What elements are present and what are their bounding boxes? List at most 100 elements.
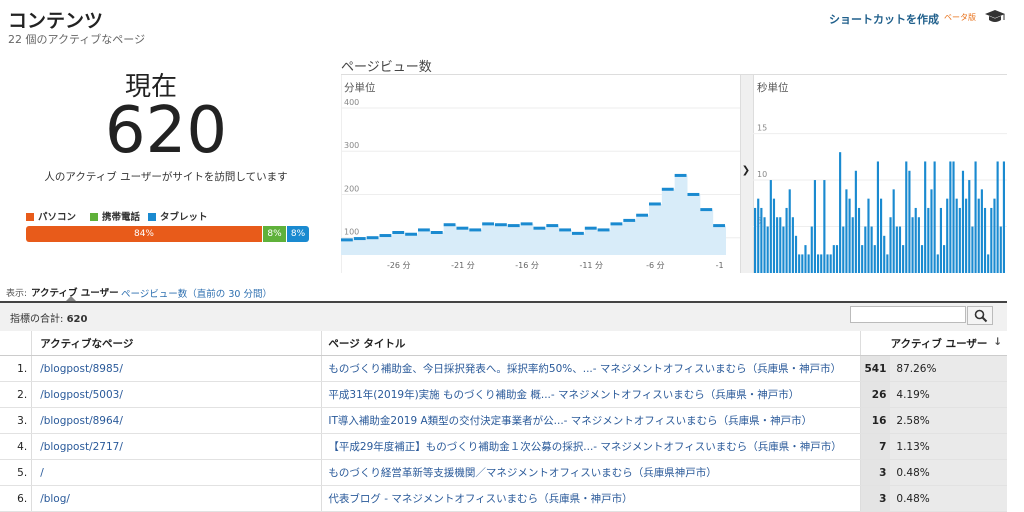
second-bar bbox=[854, 170, 857, 273]
second-bar bbox=[845, 189, 848, 273]
header-active-users[interactable]: アクティブ ユーザー ↓ bbox=[859, 331, 1007, 356]
row-title-link[interactable]: 平成31年(2019年)実施 ものづくり補助金 概...- マネジメントオフィス… bbox=[328, 389, 799, 401]
legend-mobile: 携帯電話 bbox=[90, 209, 140, 223]
second-bar bbox=[804, 245, 807, 273]
second-bar bbox=[952, 161, 955, 273]
legend-mobile-label: 携帯電話 bbox=[102, 212, 141, 223]
second-bar bbox=[763, 217, 766, 273]
row-title-cell: ものづくり経営革新等支援機関／マネジメントオフィスいまむら（兵庫県神戸市） bbox=[321, 459, 861, 486]
second-bar bbox=[930, 189, 933, 273]
row-page-link[interactable]: / bbox=[40, 467, 44, 479]
view-label: 表示: bbox=[6, 289, 28, 299]
y-tick-label: 400 bbox=[344, 98, 359, 107]
second-bar bbox=[939, 207, 942, 273]
active-user-description: 人のアクティブ ユーザーがサイトを訪問しています bbox=[44, 171, 288, 183]
second-bar bbox=[785, 207, 788, 273]
table-row: 3. /blogpost/8964/IT導入補助金2019 A類型の交付決定事業者… bbox=[0, 407, 1007, 434]
row-title-link[interactable]: ものづくり補助金、今日採択発表へ。採択率約50%、...- マネジメントオフィス… bbox=[328, 363, 841, 375]
row-page-link[interactable]: /blogpost/5003/ bbox=[40, 389, 123, 401]
row-users: 7 bbox=[859, 433, 891, 460]
desktop-segment: 84% bbox=[26, 226, 262, 242]
second-bar bbox=[823, 180, 826, 273]
second-bar bbox=[936, 254, 939, 273]
second-bar bbox=[867, 198, 870, 273]
second-bar bbox=[927, 207, 930, 273]
second-bar bbox=[983, 207, 987, 273]
row-page-link[interactable]: /blogpost/2717/ bbox=[40, 441, 123, 453]
second-bar bbox=[908, 170, 911, 273]
pageviews-area bbox=[341, 175, 726, 255]
chevron-right-icon[interactable]: ❯ bbox=[740, 165, 752, 176]
row-users-percent: 0.48% bbox=[890, 459, 1007, 486]
row-title-link[interactable]: IT導入補助金2019 A類型の交付決定事業者が公...- マネジメントオフィス… bbox=[328, 415, 812, 427]
second-bar bbox=[965, 198, 968, 273]
row-index: 2. bbox=[0, 381, 32, 408]
y-tick-label: 200 bbox=[344, 184, 359, 193]
row-index: 6. bbox=[0, 485, 32, 512]
second-bar bbox=[861, 245, 864, 273]
row-page-cell: /blogpost/8985/ bbox=[31, 355, 322, 382]
y-tick-label: 10 bbox=[757, 170, 767, 179]
second-bar bbox=[864, 226, 867, 273]
metric-total: 指標の合計: 620 bbox=[10, 310, 87, 325]
row-title-cell: 平成31年(2019年)実施 ものづくり補助金 概...- マネジメントオフィス… bbox=[321, 381, 861, 408]
second-bar bbox=[917, 217, 920, 273]
per-minute-chart: 100 200 300 400 -26 分 -21 分 -16 分 -11 分 -6 分 -1 bbox=[341, 98, 740, 270]
device-breakdown-bar: 84% 8% 8% bbox=[26, 226, 309, 242]
row-title-cell: 【平成29年度補正】ものづくり補助金１次公募の採択...- マネジメントオフィス… bbox=[321, 433, 861, 460]
y-tick-label: 15 bbox=[757, 124, 767, 133]
per-second-chart: 51015 bbox=[753, 124, 1007, 273]
graduation-cap-icon[interactable] bbox=[984, 9, 1006, 25]
second-bar bbox=[895, 226, 898, 273]
row-page-link[interactable]: /blogpost/8985/ bbox=[40, 363, 123, 375]
table-row: 4. /blogpost/2717/ 【平成29年度補正】ものづくり補助金１次公募の… bbox=[0, 433, 1007, 460]
beta-badge: ベータ版 bbox=[944, 13, 976, 22]
second-bar bbox=[987, 254, 990, 273]
second-bar bbox=[807, 254, 810, 273]
row-users-percent: 1.13% bbox=[890, 433, 1007, 460]
create-shortcut-link[interactable]: ショートカットを作成 bbox=[829, 11, 939, 27]
active-pages-count: 22 個のアクティブなページ bbox=[8, 33, 146, 46]
x-tick-label: -16 分 bbox=[515, 261, 539, 270]
second-bar bbox=[782, 226, 785, 273]
row-title-cell: IT導入補助金2019 A類型の交付決定事業者が公...- マネジメントオフィス… bbox=[321, 407, 861, 434]
sort-desc-icon[interactable]: ↓ bbox=[993, 336, 1006, 348]
row-title-link[interactable]: 代表ブログ - マネジメントオフィスいまむら（兵庫県・神戸市） bbox=[328, 493, 632, 505]
tab-pageviews[interactable]: ページビュー数（直前の 30 分間） bbox=[121, 286, 272, 300]
second-bar bbox=[829, 254, 832, 273]
search-input[interactable] bbox=[850, 306, 966, 323]
second-bar bbox=[996, 161, 999, 273]
second-bar bbox=[876, 161, 879, 273]
second-bar bbox=[817, 254, 820, 273]
row-title-link[interactable]: ものづくり経営革新等支援機関／マネジメントオフィスいまむら（兵庫県神戸市） bbox=[328, 467, 716, 479]
header-index bbox=[0, 331, 32, 356]
table-row: 5. / ものづくり経営革新等支援機関／マネジメントオフィスいまむら（兵庫県神戸市）… bbox=[0, 459, 1007, 486]
second-bar bbox=[943, 245, 946, 273]
row-index: 3. bbox=[0, 407, 32, 434]
header-active-page[interactable]: アクティブなページ bbox=[31, 331, 322, 356]
second-bar bbox=[949, 161, 952, 273]
second-bar bbox=[955, 198, 958, 273]
row-index: 1. bbox=[0, 355, 32, 382]
second-bar bbox=[933, 161, 936, 273]
active-user-count: 620 bbox=[104, 94, 228, 168]
y-tick-label: 300 bbox=[344, 141, 359, 150]
table-row: 6. /blog/代表ブログ - マネジメントオフィスいまむら（兵庫県・神戸市） 3… bbox=[0, 485, 1007, 512]
search-button[interactable] bbox=[967, 306, 993, 325]
row-page-cell: / bbox=[31, 459, 322, 486]
second-bar bbox=[1002, 161, 1005, 273]
second-bar bbox=[826, 254, 829, 273]
row-users-percent: 87.26% bbox=[890, 355, 1007, 382]
row-users: 3 bbox=[859, 485, 891, 512]
metric-total-label: 指標の合計: bbox=[10, 314, 64, 325]
second-bar bbox=[993, 198, 996, 273]
search-icon bbox=[974, 309, 988, 322]
second-bar bbox=[990, 207, 993, 273]
row-page-link[interactable]: /blogpost/8964/ bbox=[40, 415, 123, 427]
row-page-link[interactable]: /blog/ bbox=[40, 493, 70, 505]
metric-total-value: 620 bbox=[66, 314, 88, 325]
second-bar bbox=[898, 226, 902, 273]
header-page-title[interactable]: ページ タイトル bbox=[321, 331, 861, 356]
second-bar bbox=[889, 217, 892, 273]
row-title-link[interactable]: 【平成29年度補正】ものづくり補助金１次公募の採択...- マネジメントオフィス… bbox=[328, 441, 841, 453]
